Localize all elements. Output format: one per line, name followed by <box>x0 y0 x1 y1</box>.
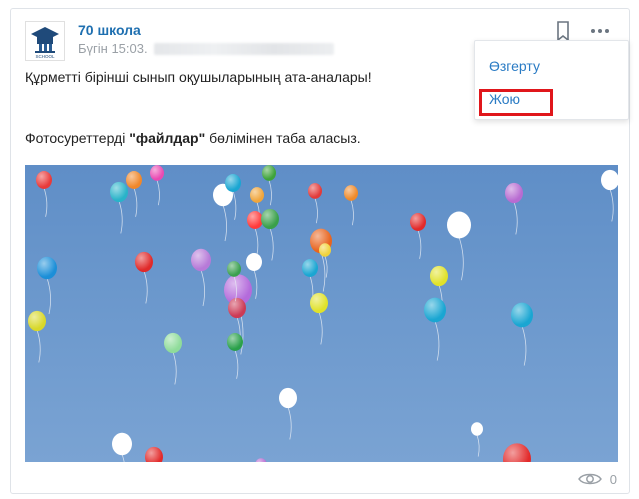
post-photo[interactable] <box>25 165 618 462</box>
post-options-menu: Өзгерту Жою <box>474 40 629 120</box>
author-link[interactable]: 70 школа <box>78 22 141 38</box>
line2-suffix: бөлімінен таба аласыз. <box>205 130 361 146</box>
blurred-text <box>153 42 334 55</box>
view-count: 0 <box>609 471 617 487</box>
post-time: Бүгін 15:03. <box>78 41 148 56</box>
more-options-icon <box>591 29 609 33</box>
post-text-line2: Фотосуреттерді "файлдар" бөлімінен таба … <box>25 130 361 146</box>
line2-prefix: Фотосуреттерді <box>25 130 130 146</box>
school-logo-icon: SCHOOL <box>31 27 59 59</box>
avatar-caption: SCHOOL <box>35 54 55 59</box>
more-options-button[interactable] <box>589 23 611 39</box>
menu-delete-item[interactable]: Жою <box>489 91 520 107</box>
menu-edit-item[interactable]: Өзгерту <box>489 58 540 74</box>
files-section-name: "файлдар" <box>129 130 206 146</box>
post-text-line1: Құрметті бірінші сынып оқушыларының ата-… <box>25 69 372 85</box>
post-footer: 0 <box>577 471 617 487</box>
post-meta: Бүгін 15:03. <box>78 41 334 56</box>
eye-icon <box>577 473 602 485</box>
balloons-photo <box>28 165 618 462</box>
avatar[interactable]: SCHOOL <box>25 21 65 61</box>
